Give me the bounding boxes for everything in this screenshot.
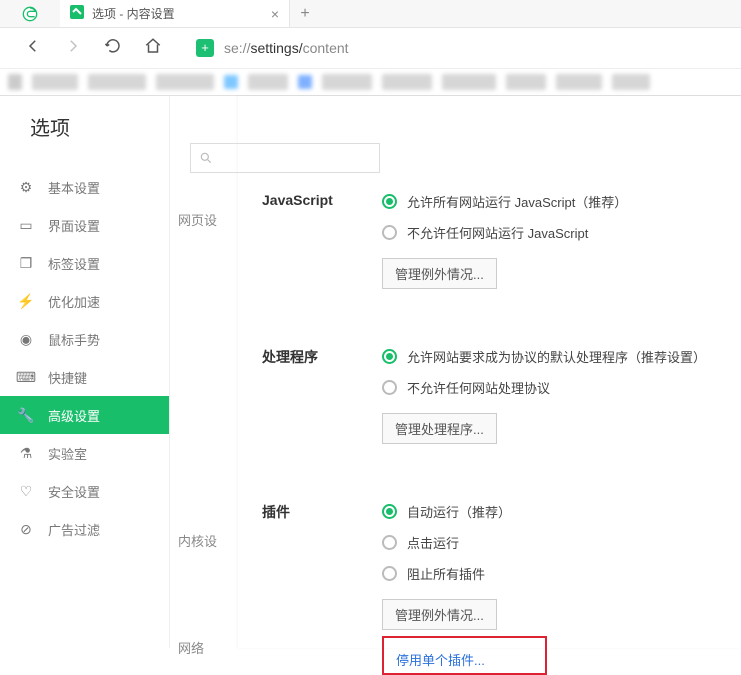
gear-icon: ⚙ [18, 179, 34, 195]
search-icon [199, 151, 213, 165]
sidebar-item-label: 安全设置 [48, 482, 100, 501]
url-text: se://settings/content [224, 40, 349, 56]
browser-logo [0, 0, 60, 27]
search-input[interactable] [190, 143, 380, 173]
sidebar-item-shortcut[interactable]: ⌨ 快捷键 [0, 358, 169, 396]
side-nav: ⚙ 基本设置 ▭ 界面设置 ❐ 标签设置 ⚡ 优化加速 ◉ 鼠标手势 ⌨ 快捷键 🔧 高级设置… [0, 168, 169, 548]
sidebar-item-tabs[interactable]: ❐ 标签设置 [0, 244, 169, 282]
radio-icon [382, 504, 397, 519]
wrench-icon: 🔧 [18, 407, 34, 423]
sidebar-item-label: 高级设置 [48, 406, 100, 425]
highlight-box: 停用单个插件... [382, 636, 547, 675]
back-icon[interactable] [24, 37, 42, 60]
button-handler-manage[interactable]: 管理处理程序... [382, 413, 497, 444]
sidebar-item-basic[interactable]: ⚙ 基本设置 [0, 168, 169, 206]
tabs-icon: ❐ [18, 255, 34, 271]
setting-title-handler: 处理程序 [262, 347, 382, 444]
toolbar: se://settings/content [0, 28, 741, 68]
radio-label: 不允许任何网站运行 JavaScript [407, 223, 588, 242]
section-kernel: 内核设 [170, 523, 238, 558]
sidebar-item-mouse[interactable]: ◉ 鼠标手势 [0, 320, 169, 358]
radio-handler-block[interactable]: 不允许任何网站处理协议 [382, 378, 741, 397]
button-js-exceptions[interactable]: 管理例外情况... [382, 258, 497, 289]
setting-handler: 处理程序 允许网站要求成为协议的默认处理程序（推荐设置） 不允许任何网站处理协议… [262, 347, 741, 444]
radio-label: 允许网站要求成为协议的默认处理程序（推荐设置） [407, 347, 706, 366]
bookmarks-bar[interactable] [0, 68, 741, 96]
button-plugin-exceptions[interactable]: 管理例外情况... [382, 599, 497, 630]
sidebar-item-label: 界面设置 [48, 216, 100, 235]
sidebar: 选项 ⚙ 基本设置 ▭ 界面设置 ❐ 标签设置 ⚡ 优化加速 ◉ 鼠标手势 ⌨ 快捷键 🔧 高… [0, 96, 170, 648]
sidebar-item-label: 鼠标手势 [48, 330, 100, 349]
security-shield-icon [196, 39, 214, 57]
sidebar-item-security[interactable]: ♡ 安全设置 [0, 472, 169, 510]
radio-js-block[interactable]: 不允许任何网站运行 JavaScript [382, 223, 741, 242]
sidebar-item-lab[interactable]: ⚗ 实验室 [0, 434, 169, 472]
sidebar-item-label: 标签设置 [48, 254, 100, 273]
address-bar[interactable]: se://settings/content [196, 39, 349, 57]
radio-icon [382, 380, 397, 395]
tab-favicon [70, 5, 84, 22]
bolt-icon: ⚡ [18, 293, 34, 309]
keyboard-icon: ⌨ [18, 369, 34, 385]
title-bar: 选项 - 内容设置 × + [0, 0, 741, 28]
link-disable-plugin[interactable]: 停用单个插件... [396, 650, 485, 669]
setting-plugin: 插件 自动运行（推荐） 点击运行 阻止所有插件 管理例外情况... 停用单个插件… [262, 502, 741, 675]
radio-label: 阻止所有插件 [407, 564, 485, 583]
radio-icon [382, 194, 397, 209]
radio-icon [382, 566, 397, 581]
forward-icon[interactable] [64, 37, 82, 60]
section-web-content: 网页设 [170, 202, 238, 237]
section-labels: 网页设 内核设 网络 [170, 96, 238, 648]
new-tab-button[interactable]: + [290, 0, 320, 27]
sidebar-item-advanced[interactable]: 🔧 高级设置 [0, 396, 169, 434]
sidebar-item-speed[interactable]: ⚡ 优化加速 [0, 282, 169, 320]
radio-plugin-auto[interactable]: 自动运行（推荐） [382, 502, 741, 521]
radio-label: 自动运行（推荐） [407, 502, 511, 521]
reload-icon[interactable] [104, 37, 122, 60]
sidebar-item-label: 优化加速 [48, 292, 100, 311]
setting-title-js: JavaScript [262, 192, 382, 289]
page-title: 选项 [30, 112, 70, 141]
sidebar-item-label: 实验室 [48, 444, 87, 463]
flask-icon: ⚗ [18, 445, 34, 461]
radio-handler-allow[interactable]: 允许网站要求成为协议的默认处理程序（推荐设置） [382, 347, 741, 366]
radio-js-allow[interactable]: 允许所有网站运行 JavaScript（推荐） [382, 192, 741, 211]
setting-javascript: JavaScript 允许所有网站运行 JavaScript（推荐） 不允许任何… [262, 192, 741, 289]
radio-icon [382, 349, 397, 364]
radio-label: 允许所有网站运行 JavaScript（推荐） [407, 192, 627, 211]
sidebar-item-label: 基本设置 [48, 178, 100, 197]
radio-plugin-click[interactable]: 点击运行 [382, 533, 741, 552]
sidebar-item-label: 快捷键 [48, 368, 87, 387]
shield-icon: ♡ [18, 483, 34, 499]
browser-tab[interactable]: 选项 - 内容设置 × [60, 0, 290, 27]
window-icon: ▭ [18, 217, 34, 233]
home-icon[interactable] [144, 37, 162, 60]
setting-title-plugin: 插件 [262, 502, 382, 675]
radio-icon [382, 225, 397, 240]
radio-icon [382, 535, 397, 550]
tab-close-icon[interactable]: × [271, 6, 279, 22]
sidebar-item-ui[interactable]: ▭ 界面设置 [0, 206, 169, 244]
radio-label: 点击运行 [407, 533, 459, 552]
sidebar-item-adblock[interactable]: ⊘ 广告过滤 [0, 510, 169, 548]
radio-plugin-block[interactable]: 阻止所有插件 [382, 564, 741, 583]
block-icon: ⊘ [18, 521, 34, 537]
tab-title: 选项 - 内容设置 [92, 5, 263, 22]
settings-page: 选项 ⚙ 基本设置 ▭ 界面设置 ❐ 标签设置 ⚡ 优化加速 ◉ 鼠标手势 ⌨ 快捷键 🔧 高… [0, 96, 741, 648]
mouse-icon: ◉ [18, 331, 34, 347]
radio-label: 不允许任何网站处理协议 [407, 378, 550, 397]
sidebar-item-label: 广告过滤 [48, 520, 100, 539]
nav-controls [24, 37, 162, 60]
